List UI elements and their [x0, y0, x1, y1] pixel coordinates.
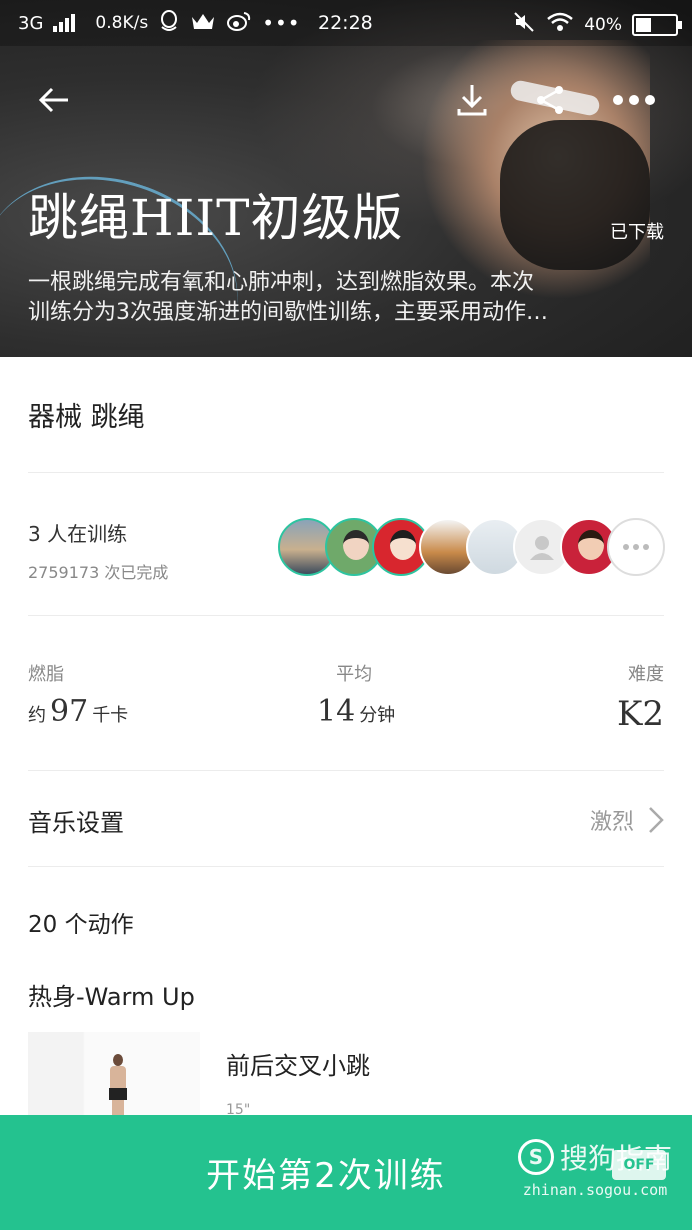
top-toolbar	[0, 70, 692, 130]
battery-icon	[632, 13, 682, 36]
chevron-right-icon	[649, 807, 664, 833]
equipment-label: 器械 跳绳	[28, 402, 145, 433]
moves-count: 20 个动作	[28, 912, 134, 938]
duration-value: 14	[317, 694, 356, 729]
burn-stat: 燃脂 约 97 千卡	[28, 660, 128, 729]
divider	[28, 615, 664, 616]
more-icon[interactable]	[612, 80, 656, 120]
music-style-value: 激烈	[589, 810, 634, 835]
duration-label: 平均	[336, 664, 373, 685]
crown-icon	[190, 11, 216, 36]
watermark-url: zhinan.sogou.com	[522, 1181, 668, 1199]
duration-stat: 平均 14 分钟	[313, 660, 395, 729]
download-icon[interactable]	[452, 80, 492, 120]
exercise-item[interactable]: 前后交叉小跳 15"	[28, 1032, 664, 1122]
wifi-icon	[546, 11, 574, 38]
more-avatars-button[interactable]	[607, 518, 665, 576]
difficulty-label: 难度	[628, 664, 664, 685]
start-training-button[interactable]: 开始第2次训练 S搜狗指南 zhinan.sogou.com	[0, 1115, 692, 1230]
network-type: 3G	[18, 12, 44, 34]
difficulty-value: K2	[616, 694, 664, 734]
sogou-logo-icon: S	[517, 1139, 554, 1175]
athlete-shirt	[500, 120, 650, 270]
mute-icon	[512, 10, 536, 39]
workout-title: 跳绳HIIT初级版	[28, 189, 404, 247]
workout-stats: 燃脂 约 97 千卡 平均 14 分钟 难度 K2	[28, 660, 664, 740]
status-bar: 3G 0.8K/s ••• 22:28 40%	[0, 0, 692, 46]
description-line-1: 一根跳绳完成有氧和心肺冲刺，达到燃脂效果。本次	[28, 270, 535, 295]
weibo-icon	[226, 10, 252, 37]
difficulty-stat: 难度 K2	[617, 660, 664, 734]
signal-icon	[53, 14, 76, 32]
divider	[28, 866, 664, 867]
burn-unit: 千卡	[92, 705, 129, 726]
section-title-warmup: 热身-Warm Up	[28, 983, 195, 1011]
burn-prefix: 约	[28, 705, 46, 726]
network-speed: 0.8K/s	[95, 13, 149, 33]
off-badge[interactable]: OFF	[612, 1150, 666, 1180]
music-settings-label: 音乐设置	[28, 808, 124, 837]
music-settings-row[interactable]: 音乐设置 激烈	[28, 800, 664, 840]
back-arrow-icon[interactable]	[34, 80, 74, 120]
divider	[28, 770, 664, 771]
workout-description[interactable]: 一根跳绳完成有氧和心肺冲刺，达到燃脂效果。本次 训练分为3次强度渐进的间歇性训练…	[28, 268, 668, 328]
more-dots-icon: •••	[262, 11, 301, 35]
qq-icon	[158, 9, 180, 38]
divider	[28, 472, 664, 473]
description-line-2: 训练分为3次强度渐进的间歇性训练，主要采用动作…	[28, 300, 548, 325]
burn-label: 燃脂	[28, 664, 64, 685]
exercise-name: 前后交叉小跳	[226, 1052, 370, 1080]
share-icon[interactable]	[530, 80, 570, 120]
exercise-thumbnail	[28, 1032, 200, 1122]
avatar-list[interactable]	[278, 518, 665, 578]
more-dots-icon	[623, 544, 649, 550]
burn-value: 97	[50, 694, 89, 729]
battery-percent: 40%	[584, 14, 622, 35]
clock: 22:28	[318, 12, 373, 34]
duration-unit: 分钟	[359, 705, 396, 726]
downloaded-label: 已下载	[610, 222, 664, 243]
start-training-label: 开始第2次训练	[206, 1156, 446, 1196]
